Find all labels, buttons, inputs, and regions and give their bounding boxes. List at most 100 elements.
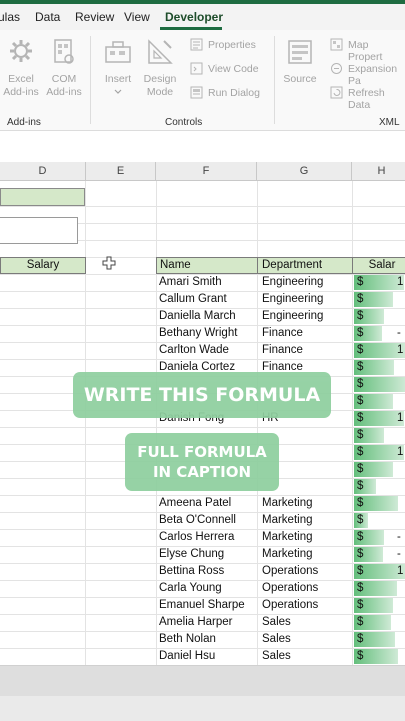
salary-value-partial[interactable] <box>397 291 405 308</box>
menu-review[interactable]: Review <box>75 10 114 24</box>
employee-name-cell[interactable]: Amari Smith <box>159 274 256 291</box>
employee-name-cell[interactable]: Bettina Ross <box>159 563 256 580</box>
menu-data[interactable]: Data <box>35 10 60 24</box>
expansion-packs-button[interactable]: Expansion Pa <box>348 63 405 87</box>
employee-name-cell[interactable]: Elyse Chung <box>159 546 256 563</box>
salary-currency[interactable]: $ <box>357 376 369 393</box>
refresh-data-button[interactable]: Refresh Data <box>348 87 405 111</box>
salary-value-partial[interactable] <box>397 580 405 597</box>
map-properties-button[interactable]: Map Propert <box>348 39 405 63</box>
employee-name-cell[interactable]: Beta O'Connell <box>159 512 256 529</box>
source-button[interactable]: Source <box>282 73 318 86</box>
column-header-f[interactable]: F <box>156 162 257 180</box>
department-cell[interactable]: Sales <box>262 648 351 665</box>
department-cell[interactable]: Operations <box>262 580 351 597</box>
column-header-d[interactable]: D <box>0 162 86 180</box>
department-cell[interactable]: Sales <box>262 631 351 648</box>
employee-name-cell[interactable]: Carla Young <box>159 580 256 597</box>
employee-name-cell[interactable]: Bethany Wright <box>159 325 256 342</box>
salary-currency[interactable]: $ <box>357 495 369 512</box>
salary-currency[interactable]: $ <box>357 563 369 580</box>
salary-currency[interactable]: $ <box>357 614 369 631</box>
salary-value-partial[interactable]: 1 <box>397 444 405 461</box>
department-cell[interactable]: Engineering <box>262 274 351 291</box>
salary-currency[interactable]: $ <box>357 478 369 495</box>
excel-addins-button[interactable]: Excel Add-ins <box>0 73 42 99</box>
salary-value-partial[interactable]: 1 <box>397 342 405 359</box>
salary-currency[interactable]: $ <box>357 410 369 427</box>
column-header-h[interactable]: H <box>352 162 405 180</box>
salary-currency[interactable]: $ <box>357 512 369 529</box>
salary-currency[interactable]: $ <box>357 648 369 665</box>
employee-name-cell[interactable]: Beth Nolan <box>159 631 256 648</box>
worksheet-grid[interactable]: Salary Name Department Salar Amari Smith… <box>0 181 405 665</box>
name-header[interactable]: Name <box>156 257 258 274</box>
menu-developer[interactable]: Developer <box>165 10 223 24</box>
salary-currency[interactable]: $ <box>357 546 369 563</box>
column-header-g[interactable]: G <box>257 162 352 180</box>
salary-value-partial[interactable]: 1 <box>397 563 405 580</box>
salary-currency[interactable]: $ <box>357 325 369 342</box>
salary-currency[interactable]: $ <box>357 393 369 410</box>
view-code-button[interactable]: View Code <box>208 63 259 75</box>
salary-currency[interactable]: $ <box>357 308 369 325</box>
salary-value-partial[interactable] <box>397 393 405 410</box>
department-cell[interactable]: Marketing <box>262 512 351 529</box>
properties-button[interactable]: Properties <box>208 39 256 51</box>
department-header[interactable]: Department <box>257 257 353 274</box>
salary-value-partial[interactable] <box>397 478 405 495</box>
salary-value-partial[interactable]: 1 <box>397 274 405 291</box>
design-mode-button[interactable]: Design Mode <box>138 73 182 99</box>
salary-currency[interactable]: $ <box>357 274 369 291</box>
salary-currency[interactable]: $ <box>357 631 369 648</box>
salary-value-partial[interactable]: - <box>397 546 405 563</box>
employee-name-cell[interactable]: Daniel Hsu <box>159 648 256 665</box>
employee-name-cell[interactable]: Amelia Harper <box>159 614 256 631</box>
salary-currency[interactable]: $ <box>357 597 369 614</box>
input-box-cell[interactable] <box>0 217 78 244</box>
department-cell[interactable]: Engineering <box>262 308 351 325</box>
column-header-e[interactable]: E <box>86 162 156 180</box>
employee-name-cell[interactable]: Emanuel Sharpe <box>159 597 256 614</box>
highlighted-cell[interactable] <box>0 188 85 206</box>
salary-header[interactable]: Salar <box>352 257 405 274</box>
salary-currency[interactable]: $ <box>357 359 369 376</box>
department-cell[interactable]: Operations <box>262 563 351 580</box>
department-cell[interactable]: Finance <box>262 325 351 342</box>
salary-currency[interactable]: $ <box>357 529 369 546</box>
department-cell[interactable]: Marketing <box>262 546 351 563</box>
salary-value-partial[interactable] <box>397 597 405 614</box>
salary-value-partial[interactable] <box>397 461 405 478</box>
salary-value-partial[interactable] <box>397 614 405 631</box>
employee-name-cell[interactable]: Carlos Herrera <box>159 529 256 546</box>
salary-header-left[interactable]: Salary <box>0 257 86 274</box>
salary-value-partial[interactable] <box>397 376 405 393</box>
department-cell[interactable]: Engineering <box>262 291 351 308</box>
employee-name-cell[interactable]: Carlton Wade <box>159 342 256 359</box>
employee-name-cell[interactable]: Ameena Patel <box>159 495 256 512</box>
salary-value-partial[interactable] <box>397 495 405 512</box>
salary-currency[interactable]: $ <box>357 342 369 359</box>
salary-value-partial[interactable] <box>397 512 405 529</box>
salary-value-partial[interactable]: 1 <box>397 410 405 427</box>
salary-value-partial[interactable] <box>397 631 405 648</box>
salary-currency[interactable]: $ <box>357 444 369 461</box>
menu-view[interactable]: View <box>124 10 150 24</box>
salary-value-partial[interactable]: - <box>397 325 405 342</box>
employee-name-cell[interactable]: Callum Grant <box>159 291 256 308</box>
salary-value-partial[interactable]: - <box>397 529 405 546</box>
salary-currency[interactable]: $ <box>357 580 369 597</box>
salary-value-partial[interactable] <box>397 648 405 665</box>
insert-button[interactable]: Insert <box>98 73 138 86</box>
employee-name-cell[interactable]: Daniella March <box>159 308 256 325</box>
salary-value-partial[interactable] <box>397 308 405 325</box>
salary-value-partial[interactable] <box>397 427 405 444</box>
salary-currency[interactable]: $ <box>357 461 369 478</box>
department-cell[interactable]: Marketing <box>262 495 351 512</box>
com-addins-button[interactable]: COM Add-ins <box>43 73 85 99</box>
department-cell[interactable]: Marketing <box>262 529 351 546</box>
salary-currency[interactable]: $ <box>357 427 369 444</box>
salary-currency[interactable]: $ <box>357 291 369 308</box>
department-cell[interactable]: Finance <box>262 342 351 359</box>
salary-value-partial[interactable] <box>397 359 405 376</box>
